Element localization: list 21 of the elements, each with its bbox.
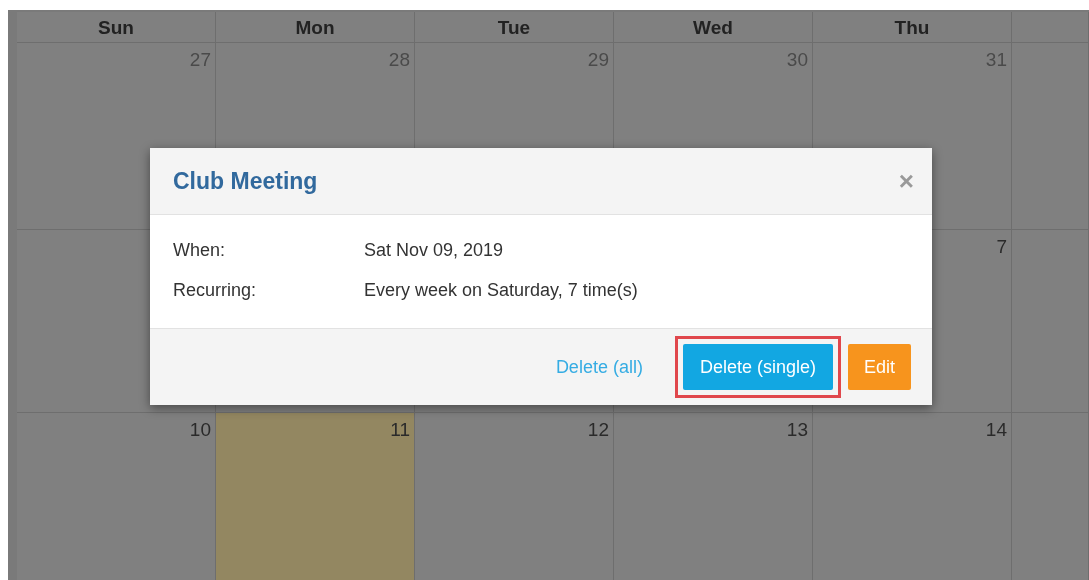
day-number: 11 bbox=[390, 419, 410, 441]
day-number: 14 bbox=[985, 419, 1007, 441]
today-cell[interactable]: 11 bbox=[216, 413, 415, 580]
weekday-header: Wed bbox=[693, 16, 733, 40]
day-number: 12 bbox=[587, 419, 609, 441]
day-number: 13 bbox=[786, 419, 808, 441]
delete-all-link[interactable]: Delete (all) bbox=[538, 344, 660, 390]
weekday-header: Mon bbox=[295, 16, 335, 40]
dialog-title: Club Meeting bbox=[173, 167, 318, 195]
day-number: 7 bbox=[996, 236, 1007, 258]
weekday-header: Tue bbox=[497, 16, 531, 40]
edit-button[interactable]: Edit bbox=[847, 344, 911, 390]
weekday-header: Thu bbox=[894, 16, 930, 40]
field-label: When: bbox=[173, 239, 227, 262]
field-value: Sat Nov 09, 2019 bbox=[364, 239, 505, 262]
day-number: 10 bbox=[189, 419, 211, 441]
weekday-header: Sun bbox=[98, 16, 134, 40]
delete-single-button[interactable]: Delete (single) bbox=[682, 344, 833, 390]
close-icon[interactable]: × bbox=[898, 165, 914, 197]
field-label: Recurring: bbox=[173, 279, 258, 302]
field-value: Every week on Saturday, 7 time(s) bbox=[364, 279, 639, 302]
